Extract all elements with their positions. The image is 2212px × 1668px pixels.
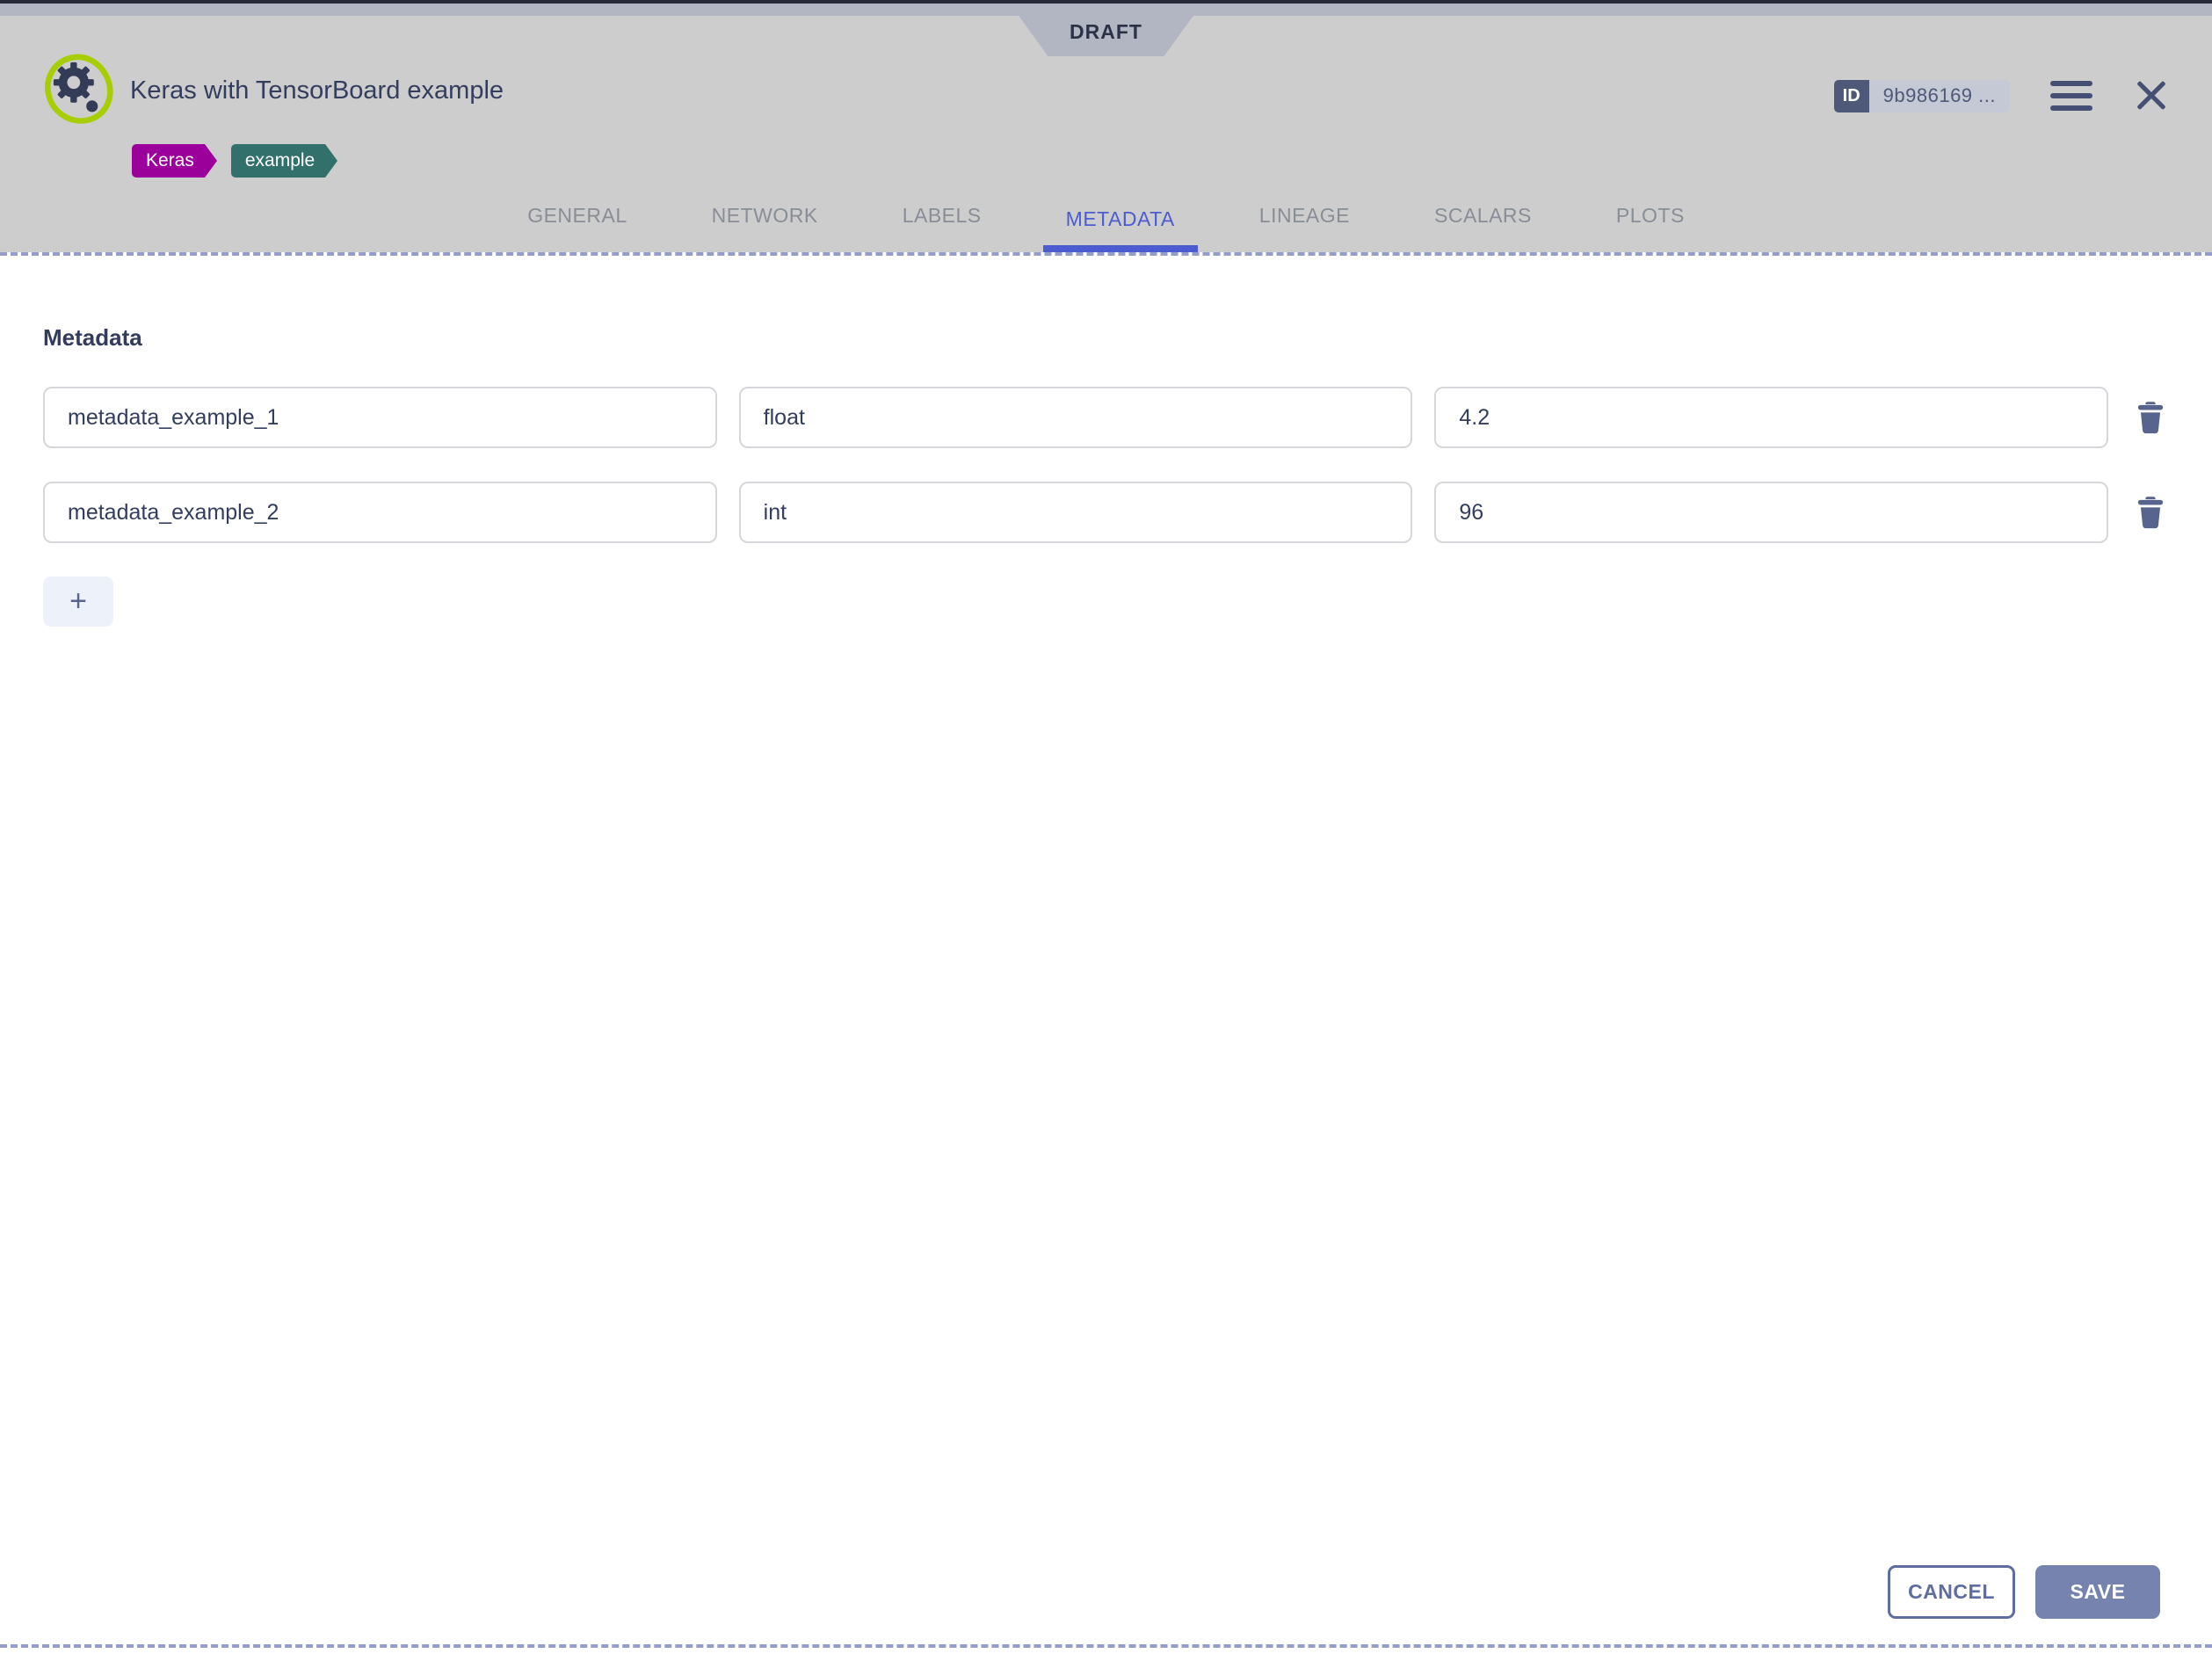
- metadata-2-value-input[interactable]: [1434, 482, 2108, 543]
- metadata-1-type-input[interactable]: [739, 387, 1413, 448]
- id-badge-value[interactable]: 9b986169 ...: [1869, 80, 2010, 112]
- model-details-dialog: DRAFT Keras with Tens: [0, 0, 2212, 1668]
- add-metadata-button[interactable]: +: [43, 577, 113, 627]
- id-badge[interactable]: ID 9b986169 ...: [1834, 80, 2010, 112]
- dialog-footer: CANCEL SAVE: [1888, 1565, 2160, 1619]
- tab-scalars[interactable]: SCALARS: [1411, 192, 1555, 252]
- hamburger-menu-icon[interactable]: [2050, 81, 2092, 111]
- trash-icon: [2136, 400, 2165, 435]
- metadata-2-key-input[interactable]: [43, 482, 717, 543]
- tab-bar: GENERAL NETWORK LABELS METADATA LINEAGE …: [0, 192, 2212, 252]
- status-banner-label: DRAFT: [1070, 20, 1142, 51]
- save-button[interactable]: SAVE: [2035, 1565, 2160, 1619]
- tag-example[interactable]: example: [231, 144, 337, 178]
- tag-keras-arrow: [205, 144, 217, 178]
- window-top-edge: [0, 0, 2212, 4]
- tag-example-label: example: [231, 144, 325, 178]
- metadata-row-2: [43, 482, 2171, 543]
- page-title: Keras with TensorBoard example: [130, 76, 504, 105]
- status-ribbon: [0, 4, 2212, 16]
- header-right: ID 9b986169 ...: [1834, 77, 2170, 114]
- metadata-panel: Metadata: [0, 252, 2212, 1648]
- id-badge-label: ID: [1834, 80, 1869, 112]
- tab-plots[interactable]: PLOTS: [1593, 192, 1708, 252]
- trash-icon: [2136, 495, 2165, 530]
- model-gear-icon: [42, 54, 116, 126]
- status-banner: DRAFT: [1019, 15, 1194, 56]
- tags-row: Keras example: [132, 144, 337, 178]
- metadata-1-value-input[interactable]: [1434, 387, 2108, 448]
- cancel-button[interactable]: CANCEL: [1888, 1565, 2015, 1619]
- close-icon[interactable]: [2133, 77, 2170, 114]
- tag-example-arrow: [325, 144, 337, 178]
- tag-keras-label: Keras: [132, 144, 205, 178]
- metadata-1-delete-button[interactable]: [2130, 387, 2171, 448]
- tab-lineage[interactable]: LINEAGE: [1237, 192, 1373, 252]
- tab-metadata[interactable]: METADATA: [1043, 192, 1198, 252]
- metadata-1-key-input[interactable]: [43, 387, 717, 448]
- tab-network[interactable]: NETWORK: [689, 192, 841, 252]
- tag-keras[interactable]: Keras: [132, 144, 217, 178]
- metadata-row-1: [43, 387, 2171, 448]
- metadata-2-type-input[interactable]: [739, 482, 1413, 543]
- tab-general[interactable]: GENERAL: [504, 192, 649, 252]
- metadata-2-delete-button[interactable]: [2130, 482, 2171, 543]
- section-title: Metadata: [43, 324, 2171, 352]
- tab-labels[interactable]: LABELS: [880, 192, 1004, 252]
